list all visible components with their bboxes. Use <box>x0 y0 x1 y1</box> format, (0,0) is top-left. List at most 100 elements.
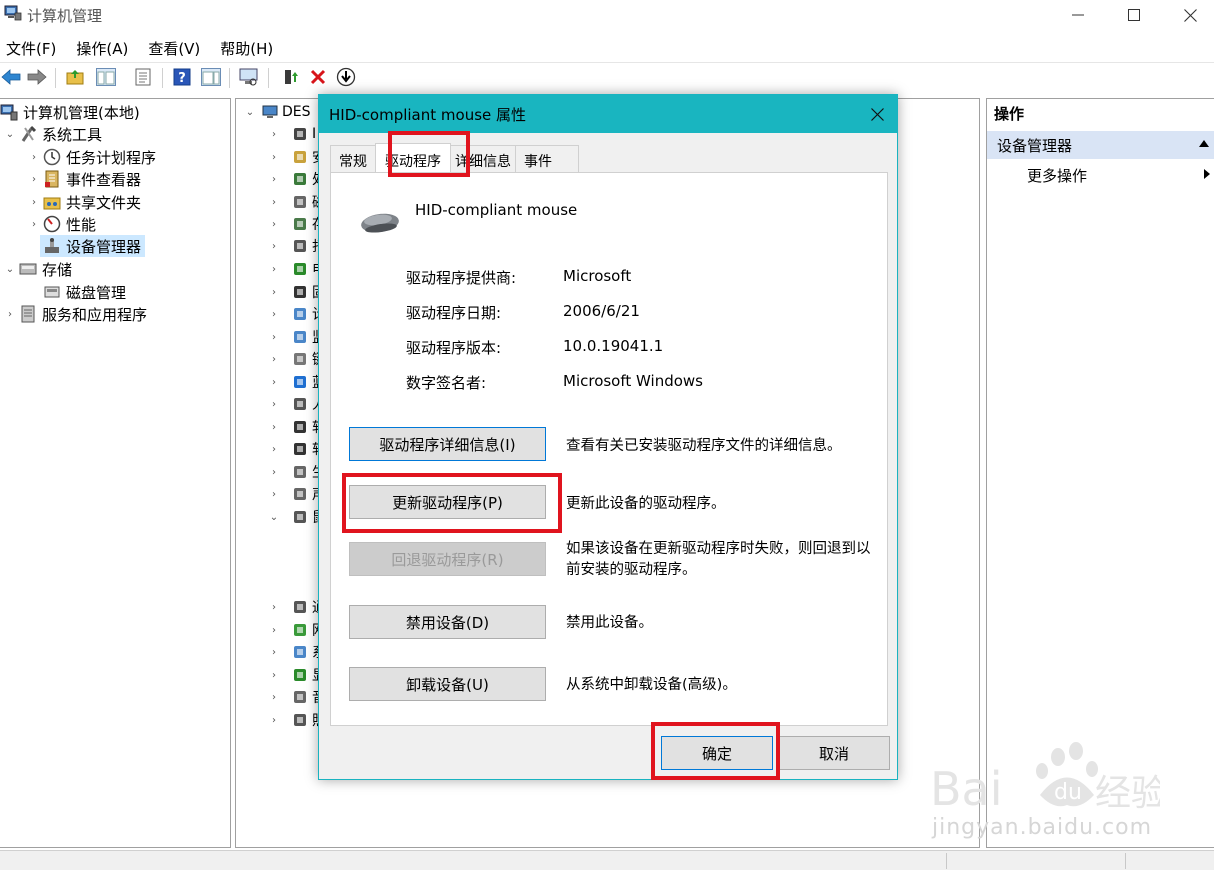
chevron-right-icon[interactable]: › <box>268 625 280 636</box>
maximize-button[interactable] <box>1106 0 1162 30</box>
more-actions-link[interactable]: 更多操作 <box>1027 165 1087 186</box>
device-category-item[interactable]: › 照 <box>268 709 322 731</box>
device-category-item[interactable]: › 音 <box>268 686 322 708</box>
tree-item-task-scheduler[interactable]: › 任务计划程序 <box>28 146 156 168</box>
uninstall-toolbar-button[interactable] <box>307 66 329 88</box>
tab-events[interactable]: 事件 <box>515 145 579 172</box>
device-category-item[interactable]: › 电 <box>268 258 322 280</box>
actions-section-device-manager[interactable]: 设备管理器 <box>987 131 1214 159</box>
chevron-right-icon[interactable]: › <box>268 197 280 208</box>
tree-item-shared-folders[interactable]: › 共享文件夹 <box>28 191 141 213</box>
chevron-right-icon[interactable]: › <box>268 489 280 500</box>
chevron-down-icon[interactable]: ⌄ <box>268 512 280 523</box>
tree-item-services-apps[interactable]: › 服务和应用程序 <box>4 303 147 325</box>
device-category-item[interactable]: › 处 <box>268 168 322 190</box>
menu-view[interactable]: 查看(V) <box>148 34 200 60</box>
roll-back-driver-button[interactable]: 回退驱动程序(R) <box>349 542 546 576</box>
show-hide-tree-button[interactable] <box>95 66 117 88</box>
chevron-right-icon[interactable]: › <box>268 219 280 230</box>
update-driver-toolbar-button[interactable] <box>279 66 301 88</box>
device-category-item[interactable]: › 安 <box>268 146 322 168</box>
chevron-right-icon[interactable]: › <box>268 332 280 343</box>
chevron-right-icon[interactable]: › <box>268 287 280 298</box>
disable-device-button[interactable]: 禁用设备(D) <box>349 605 546 639</box>
chevron-right-icon[interactable]: › <box>268 241 280 252</box>
device-category-item[interactable]: › 键 <box>268 348 322 370</box>
menu-help[interactable]: 帮助(H) <box>220 34 273 60</box>
device-category-item[interactable]: › I <box>268 123 322 145</box>
chevron-right-icon[interactable]: › <box>268 174 280 185</box>
chevron-right-icon[interactable]: › <box>28 197 40 208</box>
device-category-item[interactable]: › 生 <box>268 461 322 483</box>
device-category-item[interactable]: › 软 <box>268 438 322 460</box>
device-category-item[interactable]: › 显 <box>268 664 322 686</box>
device-category-item[interactable]: › 人 <box>268 393 322 415</box>
chevron-right-icon[interactable]: › <box>268 129 280 140</box>
tree-item-device-manager[interactable]: 设备管理器 <box>40 235 146 257</box>
chevron-right-icon[interactable]: › <box>268 444 280 455</box>
device-category-item[interactable]: › 蓝 <box>268 371 322 393</box>
tab-general[interactable]: 常规 <box>330 145 376 172</box>
menu-action[interactable]: 操作(A) <box>76 34 128 60</box>
back-button[interactable] <box>0 66 22 88</box>
chevron-right-icon[interactable]: › <box>268 152 280 163</box>
chevron-right-icon[interactable]: › <box>28 219 40 230</box>
device-category-item[interactable]: › 声 <box>268 483 322 505</box>
up-level-button[interactable] <box>64 66 86 88</box>
tab-details[interactable]: 详细信息 <box>450 145 516 172</box>
chevron-right-icon[interactable]: › <box>268 354 280 365</box>
update-driver-button[interactable]: 更新驱动程序(P) <box>349 485 546 519</box>
tree-item-performance[interactable]: › 性能 <box>28 213 96 235</box>
chevron-right-icon[interactable]: › <box>268 399 280 410</box>
device-category-item[interactable]: › 通 <box>268 596 322 618</box>
chevron-down-icon[interactable]: ⌄ <box>244 107 256 118</box>
uninstall-device-button[interactable]: 卸载设备(U) <box>349 667 546 701</box>
chevron-right-icon[interactable]: › <box>268 670 280 681</box>
minimize-button[interactable] <box>1050 0 1106 30</box>
device-category-item[interactable]: › 监 <box>268 326 322 348</box>
tree-item-event-viewer[interactable]: › 事件查看器 <box>28 168 141 190</box>
tree-item-storage[interactable]: ⌄ 存储 <box>4 258 72 280</box>
tree-item-system-tools[interactable]: ⌄ 系统工具 <box>4 123 102 145</box>
device-category-item[interactable]: › 磁 <box>268 191 322 213</box>
device-category-item[interactable]: › 网 <box>268 619 322 641</box>
dialog-close-button[interactable] <box>863 101 891 127</box>
chevron-right-icon[interactable]: › <box>28 174 40 185</box>
tree-item-disk-management[interactable]: 磁盘管理 <box>40 281 126 303</box>
chevron-down-icon[interactable]: ⌄ <box>4 129 16 140</box>
chevron-right-icon[interactable]: › <box>268 422 280 433</box>
disable-toolbar-button[interactable] <box>335 66 357 88</box>
chevron-right-icon[interactable]: › <box>268 602 280 613</box>
forward-button[interactable] <box>26 66 48 88</box>
menu-file[interactable]: 文件(F) <box>6 34 56 60</box>
collapse-up-icon[interactable] <box>1199 140 1209 147</box>
device-category-item[interactable]: › 计 <box>268 303 322 325</box>
device-category-item[interactable]: › 打 <box>268 235 322 257</box>
device-category-item[interactable]: › 系 <box>268 641 322 663</box>
driver-details-button[interactable]: 驱动程序详细信息(I) <box>349 427 546 461</box>
show-action-pane-button[interactable] <box>200 66 222 88</box>
chevron-right-icon[interactable]: › <box>268 264 280 275</box>
device-category-item[interactable]: › 存 <box>268 213 322 235</box>
chevron-right-icon[interactable]: › <box>4 309 16 320</box>
device-category-item[interactable]: › 软 <box>268 416 322 438</box>
tree-item-computer-management[interactable]: 计算机管理(本地) <box>0 101 140 123</box>
help-button[interactable]: ? <box>171 66 193 88</box>
cancel-button[interactable]: 取消 <box>778 736 890 770</box>
chevron-right-icon[interactable]: › <box>268 647 280 658</box>
chevron-right-icon[interactable]: › <box>268 467 280 478</box>
chevron-right-icon[interactable]: › <box>268 309 280 320</box>
chevron-right-icon[interactable]: › <box>28 152 40 163</box>
chevron-right-icon[interactable]: › <box>268 715 280 726</box>
chevron-right-icon[interactable]: › <box>268 692 280 703</box>
close-button[interactable] <box>1162 0 1214 30</box>
device-category-item[interactable]: › 固 <box>268 281 322 303</box>
chevron-down-icon[interactable]: ⌄ <box>4 264 16 275</box>
scan-hardware-button[interactable] <box>238 66 260 88</box>
device-category-item[interactable]: ⌄ 鼠 <box>268 506 322 528</box>
ok-button[interactable]: 确定 <box>661 736 773 770</box>
chevron-right-icon[interactable]: › <box>268 377 280 388</box>
properties-list-button[interactable] <box>132 66 154 88</box>
tab-driver[interactable]: 驱动程序 <box>375 143 451 172</box>
device-root[interactable]: ⌄ DES <box>244 101 311 123</box>
